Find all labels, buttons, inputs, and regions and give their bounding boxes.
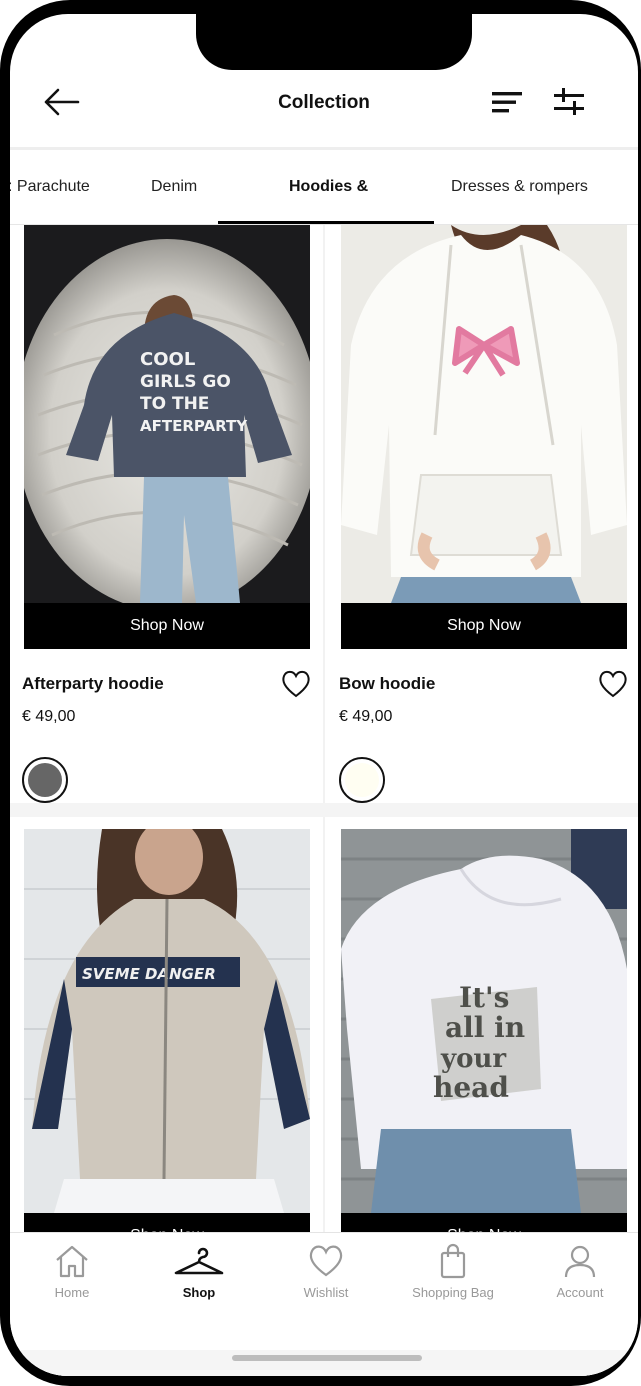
- nav-label: Shop: [182, 1285, 216, 1300]
- nav-label: Wishlist: [303, 1285, 349, 1300]
- nav-label: Shopping Bag: [412, 1285, 494, 1300]
- shopping-bag-icon: [440, 1243, 466, 1279]
- shop-now-button[interactable]: Shop Now: [341, 603, 627, 649]
- shop-now-button[interactable]: Shop Now: [24, 1213, 310, 1233]
- tab-prefix: :: [10, 178, 17, 195]
- product-grid: COOL GIRLS GO TO THE AFTERPARTY Shop Now…: [10, 225, 638, 1233]
- product-card[interactable]: Shop Now Bow hoodie € 49,00: [327, 225, 633, 803]
- product-image[interactable]: COOL GIRLS GO TO THE AFTERPARTY: [24, 225, 310, 603]
- swatch-fill: [28, 763, 62, 797]
- product-price: € 49,00: [339, 708, 393, 725]
- column-divider: [323, 225, 325, 1233]
- category-tabs: : Parachute Denim Hoodies & Dresses & ro…: [10, 150, 638, 224]
- product-name[interactable]: Bow hoodie: [339, 674, 435, 694]
- svg-text:head: head: [433, 1071, 509, 1104]
- hanger-icon: [174, 1247, 224, 1275]
- color-swatch[interactable]: [22, 757, 68, 803]
- nav-item-wishlist[interactable]: Wishlist: [276, 1243, 376, 1300]
- product-card[interactable]: SVEME DANGER Shop Now: [10, 817, 316, 1233]
- heart-icon[interactable]: [280, 669, 312, 699]
- color-swatch[interactable]: [339, 757, 385, 803]
- nav-item-home[interactable]: Home: [22, 1243, 122, 1300]
- svg-text:your: your: [440, 1044, 506, 1074]
- home-icon: [56, 1245, 88, 1278]
- page-title: Collection: [278, 92, 370, 113]
- home-indicator[interactable]: [232, 1355, 422, 1361]
- product-card[interactable]: It's all in your head Shop Now: [327, 817, 633, 1233]
- heart-icon[interactable]: [597, 669, 629, 699]
- tab-label: Parachute: [16, 178, 90, 195]
- nav-item-account[interactable]: Account: [530, 1243, 630, 1300]
- svg-text:It's: It's: [459, 981, 509, 1014]
- nav-label: Home: [54, 1285, 90, 1300]
- device-frame: Collection : Parachute Denim Hoodies & D…: [0, 0, 641, 1386]
- device-notch: [196, 14, 472, 70]
- svg-text:TO THE: TO THE: [140, 394, 209, 414]
- product-image[interactable]: It's all in your head: [341, 829, 627, 1213]
- row-divider: [10, 803, 638, 817]
- svg-text:AFTERPARTY: AFTERPARTY: [140, 417, 248, 435]
- shop-now-button[interactable]: Shop Now: [24, 603, 310, 649]
- system-bar: [10, 1350, 638, 1376]
- heart-icon: [309, 1245, 343, 1277]
- product-card[interactable]: COOL GIRLS GO TO THE AFTERPARTY Shop Now…: [10, 225, 316, 803]
- user-icon: [564, 1245, 596, 1278]
- tab-parachute[interactable]: : Parachute: [10, 178, 90, 196]
- top-bar: Collection: [10, 70, 638, 148]
- app-screen: Collection : Parachute Denim Hoodies & D…: [10, 14, 638, 1376]
- nav-item-shopping-bag[interactable]: Shopping Bag: [403, 1243, 503, 1300]
- product-image[interactable]: [341, 225, 627, 603]
- sliders-icon[interactable]: [552, 86, 586, 118]
- sort-lines-icon[interactable]: [490, 88, 524, 116]
- shop-now-button[interactable]: Shop Now: [341, 1213, 627, 1233]
- product-name[interactable]: Afterparty hoodie: [22, 674, 164, 694]
- tab-dresses-rompers[interactable]: Dresses & rompers: [451, 178, 588, 196]
- nav-item-shop[interactable]: Shop: [149, 1243, 249, 1300]
- svg-text:COOL: COOL: [140, 349, 195, 370]
- nav-label: Account: [556, 1285, 604, 1300]
- svg-text:GIRLS GO: GIRLS GO: [140, 372, 231, 392]
- svg-text:all in: all in: [445, 1011, 525, 1044]
- product-price: € 49,00: [22, 708, 76, 725]
- swatch-fill: [345, 763, 379, 797]
- svg-text:SVEME DANGER: SVEME DANGER: [82, 965, 216, 983]
- product-image[interactable]: SVEME DANGER: [24, 829, 310, 1213]
- tab-denim[interactable]: Denim: [151, 178, 197, 196]
- tab-hoodies[interactable]: Hoodies &: [289, 178, 368, 196]
